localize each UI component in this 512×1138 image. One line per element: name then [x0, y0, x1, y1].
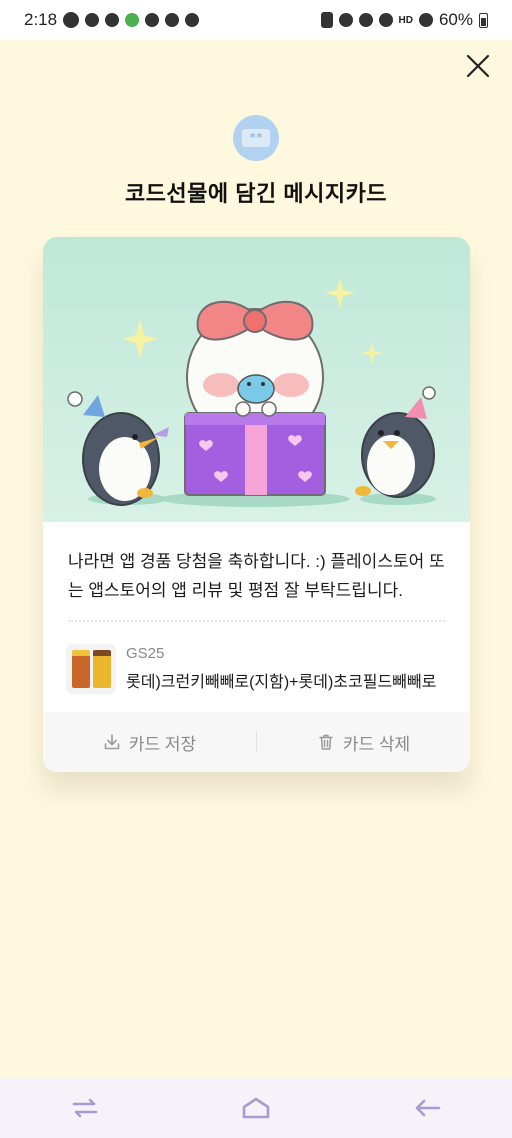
message-notification-icon	[145, 13, 160, 27]
trash-icon	[319, 734, 333, 750]
product-name: 롯데)크런키빼빼로(지함)+롯데)초코필드빼빼로	[126, 674, 437, 691]
gift-penguins-illustration	[67, 277, 436, 507]
status-bar: 2:18 HD 60%	[0, 0, 512, 40]
save-card-button[interactable]: 카드 저장	[43, 712, 256, 772]
close-icon	[466, 54, 490, 78]
product-info: GS25 롯데)크런키빼빼로(지함)+롯데)초코필드빼빼로	[126, 645, 444, 692]
battery-percent: 60%	[438, 10, 473, 29]
alarm-icon	[338, 13, 353, 27]
card-actions: 카드 저장 카드 삭제	[43, 712, 470, 772]
globe-notification-icon	[125, 13, 140, 27]
card-glyph: **	[242, 129, 270, 147]
product-image-crunky	[71, 649, 90, 688]
card-divider	[68, 620, 445, 622]
card-message: 나라면 앱 경품 당첨을 축하합니다. :) 플레이스토어 또는 앱스토어의 앱…	[68, 552, 445, 600]
back-button[interactable]	[397, 1083, 457, 1133]
product-row[interactable]: GS25 롯데)크런키빼빼로(지함)+롯데)초코필드빼빼로	[66, 641, 446, 696]
delete-card-label: 카드 삭제	[342, 734, 411, 754]
home-button[interactable]	[226, 1083, 286, 1133]
home-icon	[242, 1097, 270, 1119]
battery-icon	[479, 12, 488, 28]
hd-voice-badge: HD	[398, 14, 413, 26]
app-notification-icon	[105, 13, 120, 27]
message-card: 나라면 앱 경품 당첨을 축하합니다. :) 플레이스토어 또는 앱스토어의 앱…	[43, 237, 470, 772]
card-illustration	[43, 237, 470, 522]
message-card-icon: **	[233, 115, 279, 161]
back-icon	[415, 1099, 440, 1117]
product-brand: GS25	[126, 645, 165, 662]
close-button[interactable]	[464, 52, 492, 80]
delete-card-button[interactable]: 카드 삭제	[257, 712, 470, 772]
mute-icon	[358, 13, 373, 27]
status-bar-right: HD 60%	[320, 10, 488, 30]
wifi-icon	[378, 13, 393, 27]
download-icon	[104, 734, 120, 750]
navigation-bar	[0, 1078, 512, 1138]
sim-icon	[320, 12, 333, 28]
cloud-notification-icon	[185, 13, 200, 27]
bubble-notification-icon	[165, 13, 180, 27]
product-image-chocofilled	[92, 649, 111, 688]
status-time: 2:18	[24, 10, 58, 29]
recent-apps-button[interactable]	[55, 1083, 115, 1133]
page-title: 코드선물에 담긴 메시지카드	[124, 181, 388, 206]
talk-notification-icon	[85, 13, 100, 27]
signal-icon	[418, 13, 433, 27]
chat-notification-icon	[63, 12, 80, 28]
save-card-label: 카드 저장	[128, 734, 197, 754]
recent-apps-icon	[73, 1098, 98, 1118]
status-bar-left: 2:18	[24, 10, 200, 30]
product-thumbnail	[66, 643, 116, 694]
